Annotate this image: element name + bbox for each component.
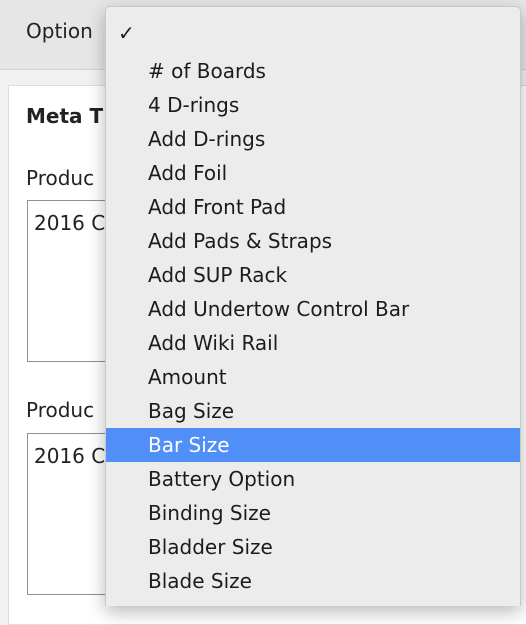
product-field-1-value: 2016 C bbox=[34, 211, 106, 235]
option-dropdown-menu[interactable]: ✓ # of Boards 4 D-rings Add D-rings Add Foi… bbox=[105, 6, 521, 606]
product-field-label-1: Produc bbox=[26, 166, 95, 190]
menu-item-blade-size[interactable]: Blade Size bbox=[106, 564, 520, 598]
menu-item-of-boards[interactable]: # of Boards bbox=[106, 54, 520, 88]
menu-item-label: Bag Size bbox=[148, 399, 235, 423]
menu-item-add-sup-rack[interactable]: Add SUP Rack bbox=[106, 258, 520, 292]
checkmark-icon: ✓ bbox=[118, 21, 135, 45]
menu-item-label: Bar Size bbox=[148, 433, 230, 457]
product-field-2-value: 2016 C bbox=[34, 444, 106, 468]
menu-item-label: Add SUP Rack bbox=[148, 263, 288, 287]
menu-item-bladder-size[interactable]: Bladder Size bbox=[106, 530, 520, 564]
menu-item-add-foil[interactable]: Add Foil bbox=[106, 156, 520, 190]
menu-item-label: Add Front Pad bbox=[148, 195, 287, 219]
menu-item-label: Add Undertow Control Bar bbox=[148, 297, 410, 321]
menu-item-label: Add Pads & Straps bbox=[148, 229, 333, 253]
menu-item-bar-size[interactable]: Bar Size bbox=[106, 428, 520, 462]
menu-item-add-wiki-rail[interactable]: Add Wiki Rail bbox=[106, 326, 520, 360]
menu-item-label: Bladder Size bbox=[148, 535, 273, 559]
menu-item-label: 4 D-rings bbox=[148, 93, 240, 117]
options-label: Option bbox=[26, 19, 93, 43]
menu-item-add-pads-straps[interactable]: Add Pads & Straps bbox=[106, 224, 520, 258]
menu-item-add-front-pad[interactable]: Add Front Pad bbox=[106, 190, 520, 224]
menu-item-add-undertow-control-bar[interactable]: Add Undertow Control Bar bbox=[106, 292, 520, 326]
menu-item-binding-size[interactable]: Binding Size bbox=[106, 496, 520, 530]
menu-item-bag-size[interactable]: Bag Size bbox=[106, 394, 520, 428]
menu-item-label: Add Foil bbox=[148, 161, 228, 185]
meta-title: Meta T bbox=[26, 104, 104, 128]
menu-item-add-d-rings[interactable]: Add D-rings bbox=[106, 122, 520, 156]
product-field-label-2: Produc bbox=[26, 398, 95, 422]
menu-item-label: # of Boards bbox=[148, 59, 266, 83]
menu-item-label: Binding Size bbox=[148, 501, 271, 525]
menu-item-label: Battery Option bbox=[148, 467, 296, 491]
menu-item-battery-option[interactable]: Battery Option bbox=[106, 462, 520, 496]
menu-item-4-d-rings[interactable]: 4 D-rings bbox=[106, 88, 520, 122]
menu-item-amount[interactable]: Amount bbox=[106, 360, 520, 394]
menu-item-label: Blade Size bbox=[148, 569, 252, 593]
menu-item-label: Add D-rings bbox=[148, 127, 266, 151]
menu-item-label: Amount bbox=[148, 365, 227, 389]
menu-item-label: Add Wiki Rail bbox=[148, 331, 279, 355]
menu-item-selected-blank[interactable]: ✓ bbox=[106, 16, 520, 50]
